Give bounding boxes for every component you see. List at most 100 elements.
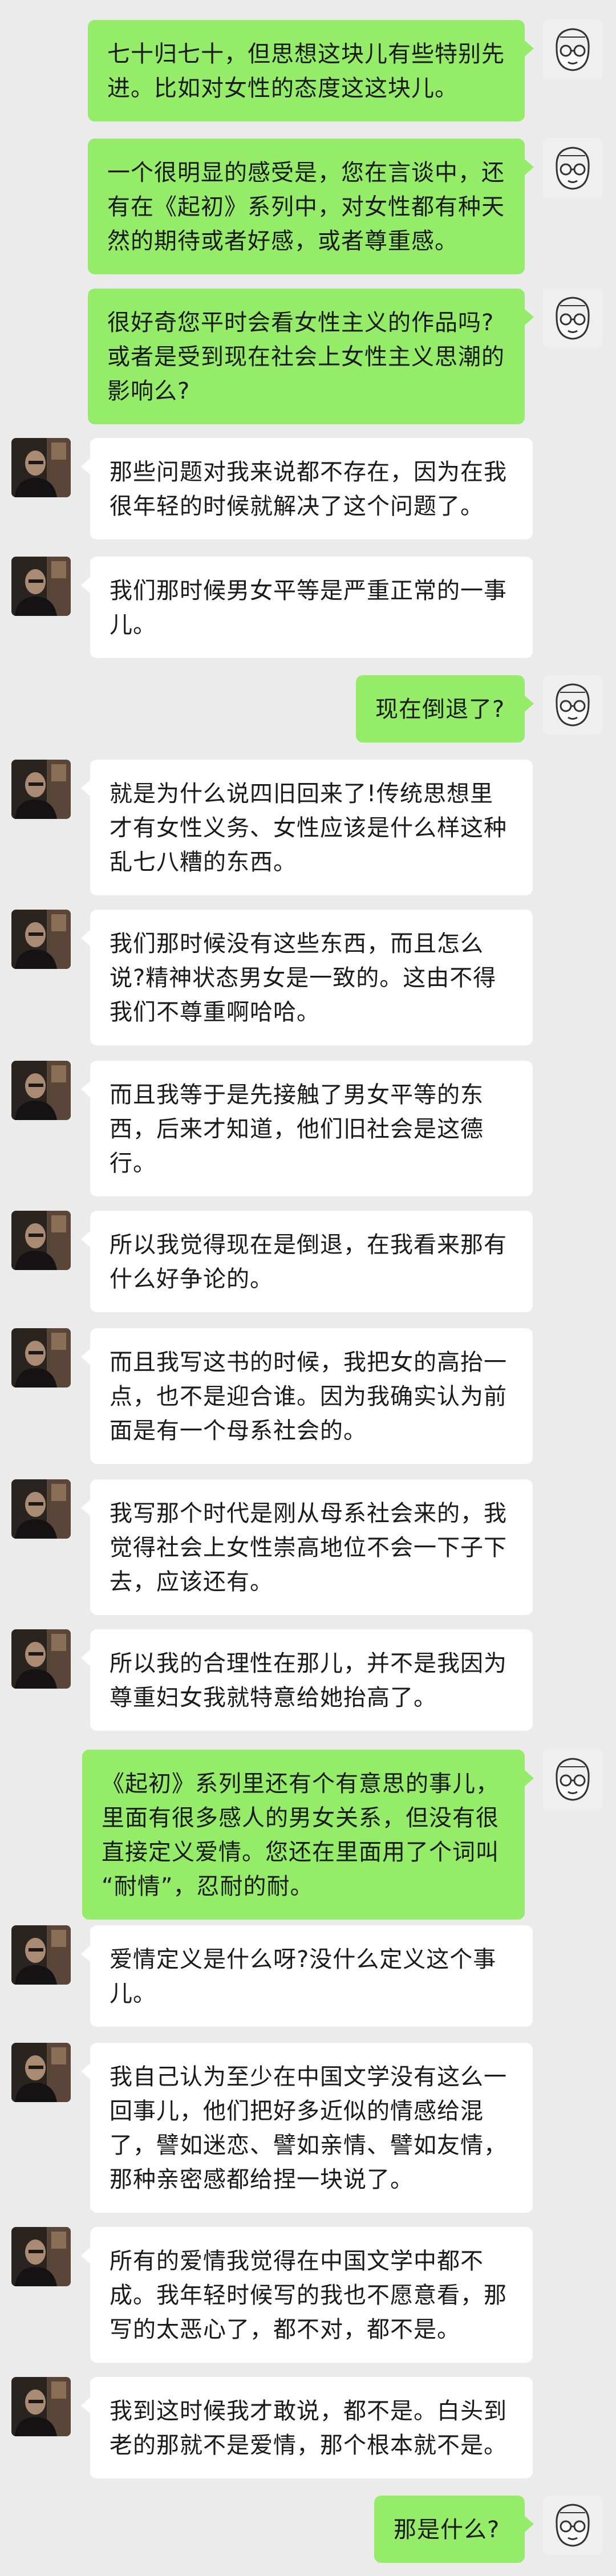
- message-text-line: 现在倒退了?: [375, 696, 505, 723]
- message-text-line: 那些问题对我来说都不存在，因为在我: [110, 459, 507, 485]
- self-avatar[interactable]: [543, 675, 602, 735]
- self-avatar[interactable]: [543, 139, 602, 198]
- message-text-line: 影响么?: [107, 378, 191, 404]
- author-photo-icon: [11, 1328, 71, 1388]
- cartoon-face-glasses-icon: [543, 1750, 602, 1809]
- author-photo-icon: [11, 438, 71, 497]
- message-text-line: 所有的爱情我觉得在中国文学中都不: [110, 2248, 484, 2274]
- message-bubble[interactable]: 而且我等于是先接触了男女平等的东 西，后来才知道，他们旧社会是这德 行。: [81, 1061, 533, 1196]
- message-bubble[interactable]: 而且我写这书的时候，我把女的高抬一 点，也不是迎合谁。因为我确实认为前 面是有一个母…: [81, 1328, 533, 1464]
- message-bubble[interactable]: 我们那时候没有这些东西，而且怎么 说?精神状态男女是一致的。这由不得 我们不尊重啊哈…: [81, 910, 533, 1045]
- author-photo-icon: [11, 557, 71, 616]
- message-text-line: 儿。: [110, 612, 156, 638]
- cartoon-face-glasses-icon: [543, 139, 602, 198]
- message-bubble[interactable]: 所以我觉得现在是倒退，在我看来那有 什么好争论的。: [81, 1211, 533, 1312]
- message-text-line: 写的太恶心了，都不对，都不是。: [110, 2317, 460, 2343]
- author-photo-icon: [11, 1211, 71, 1270]
- author-photo-icon: [11, 910, 71, 969]
- author-photo-icon: [11, 1479, 71, 1539]
- message-bubble[interactable]: 我们那时候男女平等是严重正常的一事 儿。: [81, 557, 533, 658]
- message-text-line: 里面有很多感人的男女关系，但没有很: [102, 1805, 499, 1831]
- message-bubble[interactable]: 所有的爱情我觉得在中国文学中都不 成。我年轻时候写的我也不愿意看，那 写的太恶心了，…: [81, 2227, 533, 2363]
- contact-avatar[interactable]: [11, 910, 71, 969]
- message-text-line: 乱七八糟的东西。: [110, 849, 297, 875]
- message-text-line: 说?精神状态男女是一致的。这由不得: [110, 965, 497, 991]
- message-text-line: 所以我觉得现在是倒退，在我看来那有: [110, 1232, 507, 1258]
- message-bubble[interactable]: 爱情定义是什么呀?没什么定义这个事 儿。: [81, 1925, 533, 2027]
- message-text-line: 什么好争论的。: [110, 1266, 273, 1292]
- message-bubble[interactable]: 七十归七十，但思想这块儿有些特别先 进。比如对女性的态度这这块儿。: [88, 20, 534, 121]
- message-text-line: 觉得社会上女性崇高地位不会一下子下: [110, 1535, 507, 1561]
- contact-avatar[interactable]: [11, 1629, 71, 1689]
- message-bubble[interactable]: 《起初》系列里还有个有意思的事儿， 里面有很多感人的男女关系，但没有很 直接定义爱情…: [82, 1750, 534, 1920]
- message-text-line: “耐情”，忍耐的耐。: [102, 1873, 314, 1900]
- message-bubble[interactable]: 就是为什么说四旧回来了!传统思想里 才有女性义务、女性应该是什么样这种 乱七八糟的东…: [81, 760, 533, 895]
- message-text-line: 或者是受到现在社会上女性主义思潮的: [107, 344, 505, 370]
- self-avatar[interactable]: [543, 20, 602, 79]
- message-text-line: 才有女性义务、女性应该是什么样这种: [110, 815, 507, 841]
- author-photo-icon: [11, 1629, 71, 1689]
- cartoon-face-glasses-icon: [543, 675, 602, 735]
- message-bubble[interactable]: 一个很明显的感受是，您在言谈中，还 有在《起初》系列中，对女性都有种天 然的期待或者…: [88, 139, 534, 274]
- message-text-line: 一个很明显的感受是，您在言谈中，还: [107, 160, 505, 186]
- message-text-line: 那种亲密感都给捏一块说了。: [110, 2167, 414, 2193]
- message-text-line: 我们那时候男女平等是严重正常的一事: [110, 578, 507, 604]
- message-text-line: 所以我的合理性在那儿，并不是我因为: [110, 1650, 507, 1677]
- contact-avatar[interactable]: [11, 1479, 71, 1539]
- author-photo-icon: [11, 1925, 71, 1985]
- contact-avatar[interactable]: [11, 2227, 71, 2286]
- message-bubble[interactable]: 那些问题对我来说都不存在，因为在我 很年轻的时候就解决了这个问题了。: [81, 438, 533, 539]
- author-photo-icon: [11, 2377, 71, 2436]
- message-bubble[interactable]: 那是什么?: [374, 2496, 534, 2563]
- message-text-line: 然的期待或者好感，或者尊重感。: [107, 228, 458, 254]
- message-text-line: 回事儿，他们把好多近似的情感给混: [110, 2098, 484, 2124]
- contact-avatar[interactable]: [11, 2043, 71, 2102]
- message-text-line: 《起初》系列里还有个有意思的事儿，: [102, 1771, 499, 1797]
- message-bubble[interactable]: 我自己认为至少在中国文学没有这么一 回事儿，他们把好多近似的情感给混 了，譬如迷恋、…: [81, 2043, 533, 2213]
- self-avatar[interactable]: [543, 289, 602, 348]
- message-text-line: 我写那个时代是刚从母系社会来的，我: [110, 1500, 507, 1527]
- contact-avatar[interactable]: [11, 557, 71, 616]
- message-text-line: 尊重妇女我就特意给她抬高了。: [110, 1685, 437, 1711]
- message-text-line: 很年轻的时候就解决了这个问题了。: [110, 493, 484, 520]
- message-text-line: 直接定义爱情。您还在里面用了个词叫: [102, 1839, 499, 1865]
- chat-message-list[interactable]: 七十归七十，但思想这块儿有些特别先 进。比如对女性的态度这这块儿。一个很明显的感受…: [0, 0, 616, 2576]
- message-text-line: 面是有一个母系社会的。: [110, 1418, 367, 1444]
- message-bubble[interactable]: 现在倒退了?: [356, 675, 534, 743]
- message-bubble[interactable]: 我到这时候我才敢说，都不是。白头到 老的那就不是爱情，那个根本就不是。: [81, 2377, 533, 2478]
- message-text-line: 而且我等于是先接触了男女平等的东: [110, 1082, 484, 1108]
- cartoon-face-glasses-icon: [543, 2496, 602, 2555]
- contact-avatar[interactable]: [11, 1211, 71, 1270]
- message-text-line: 去，应该还有。: [110, 1569, 273, 1595]
- message-text-line: 进。比如对女性的态度这这块儿。: [107, 75, 458, 102]
- cartoon-face-glasses-icon: [543, 289, 602, 348]
- author-photo-icon: [11, 760, 71, 819]
- contact-avatar[interactable]: [11, 1061, 71, 1120]
- message-text-line: 儿。: [110, 1981, 156, 2007]
- cartoon-face-glasses-icon: [543, 20, 602, 79]
- author-photo-icon: [11, 2227, 71, 2286]
- message-text-line: 成。我年轻时候写的我也不愿意看，那: [110, 2282, 507, 2309]
- message-text-line: 了，譬如迷恋、譬如亲情、譬如友情，: [110, 2132, 507, 2159]
- contact-avatar[interactable]: [11, 1925, 71, 1985]
- message-text-line: 点，也不是迎合谁。因为我确实认为前: [110, 1384, 507, 1410]
- contact-avatar[interactable]: [11, 1328, 71, 1388]
- message-bubble[interactable]: 很好奇您平时会看女性主义的作品吗? 或者是受到现在社会上女性主义思潮的 影响么?: [88, 289, 534, 424]
- contact-avatar[interactable]: [11, 2377, 71, 2436]
- message-text-line: 老的那就不是爱情，那个根本就不是。: [110, 2432, 507, 2459]
- message-text-line: 而且我写这书的时候，我把女的高抬一: [110, 1349, 507, 1376]
- message-bubble[interactable]: 所以我的合理性在那儿，并不是我因为 尊重妇女我就特意给她抬高了。: [81, 1629, 533, 1731]
- message-text-line: 就是为什么说四旧回来了!传统思想里: [110, 781, 494, 807]
- message-text-line: 我到这时候我才敢说，都不是。白头到: [110, 2398, 507, 2424]
- message-text-line: 有在《起初》系列中，对女性都有种天: [107, 194, 505, 220]
- contact-avatar[interactable]: [11, 438, 71, 497]
- message-text-line: 我们那时候没有这些东西，而且怎么: [110, 931, 484, 957]
- message-text-line: 行。: [110, 1150, 156, 1177]
- message-text-line: 我自己认为至少在中国文学没有这么一: [110, 2064, 507, 2090]
- self-avatar[interactable]: [543, 1750, 602, 1809]
- contact-avatar[interactable]: [11, 760, 71, 819]
- self-avatar[interactable]: [543, 2496, 602, 2555]
- message-bubble[interactable]: 我写那个时代是刚从母系社会来的，我 觉得社会上女性崇高地位不会一下子下 去，应该还有…: [81, 1479, 533, 1615]
- message-text-line: 我们不尊重啊哈哈。: [110, 999, 320, 1025]
- message-text-line: 很好奇您平时会看女性主义的作品吗?: [107, 310, 495, 336]
